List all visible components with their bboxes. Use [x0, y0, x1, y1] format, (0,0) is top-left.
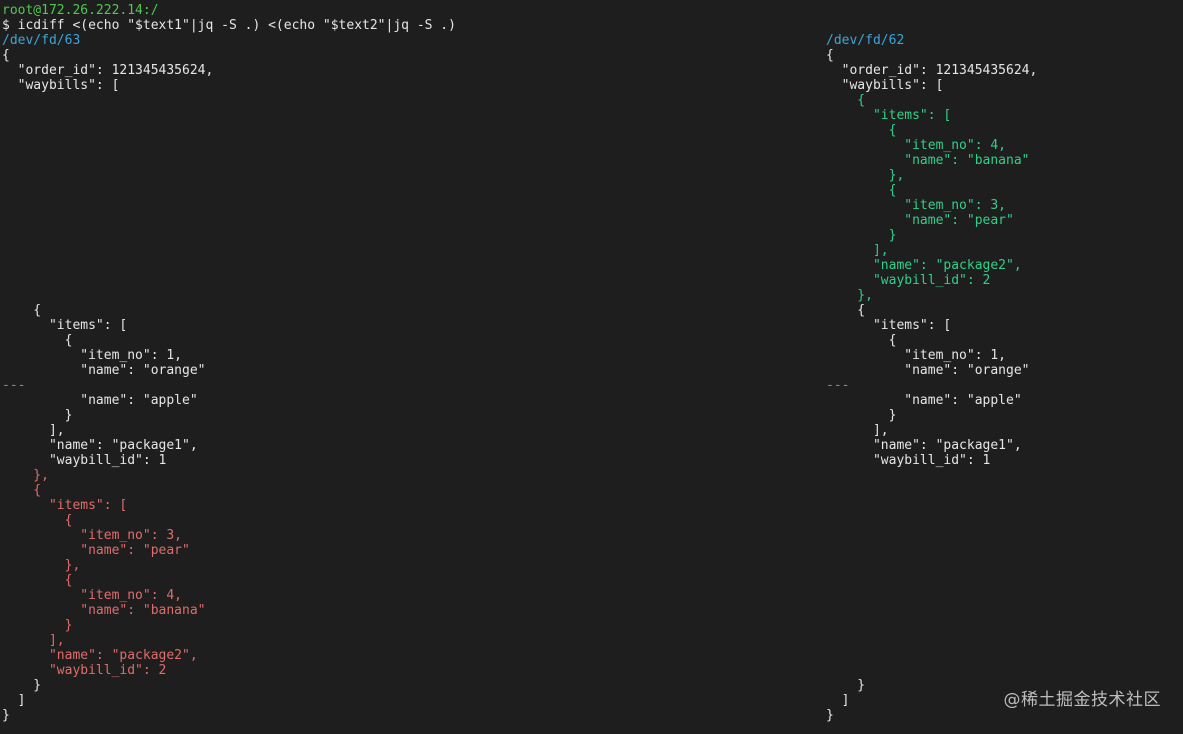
left-line: ]	[2, 693, 26, 708]
watermark: @稀土掘金技术社区	[1003, 690, 1161, 710]
left-removed-line: "name": "package2",	[2, 648, 198, 663]
right-added-line: {	[826, 93, 866, 108]
left-removed-line: "items": [	[2, 498, 128, 513]
left-line: }	[2, 678, 42, 693]
right-line: {	[826, 333, 897, 348]
left-line: "items": [	[2, 318, 128, 333]
left-line: ],	[2, 423, 65, 438]
left-separator: ---	[2, 378, 26, 393]
right-line: ]	[826, 693, 850, 708]
right-added-line: "waybill_id": 2	[826, 273, 991, 288]
right-line: }	[826, 708, 834, 723]
right-added-line: {	[826, 183, 897, 198]
right-added-line: "name": "pear"	[826, 213, 1014, 228]
right-line: "waybill_id": 1	[826, 453, 991, 468]
right-added-line: ],	[826, 243, 889, 258]
left-removed-line: {	[2, 483, 42, 498]
left-line: "order_id": 121345435624,	[2, 63, 214, 78]
right-added-line: },	[826, 288, 873, 303]
terminal-window: root@172.26.222.14:/ $ icdiff <(echo "$t…	[0, 0, 1183, 734]
right-added-line: "name": "package2",	[826, 258, 1022, 273]
right-line: }	[826, 678, 866, 693]
left-removed-line: {	[2, 573, 73, 588]
right-line: }	[826, 408, 897, 423]
right-added-line: },	[826, 168, 905, 183]
left-line: "name": "package1",	[2, 438, 198, 453]
prompt-line: root@172.26.222.14:/	[2, 3, 159, 18]
right-line: "name": "apple"	[826, 393, 1022, 408]
right-added-line: }	[826, 228, 897, 243]
left-line: }	[2, 708, 10, 723]
right-added-line: "item_no": 3,	[826, 198, 1007, 213]
right-added-line: "name": "banana"	[826, 153, 1030, 168]
right-line: "waybills": [	[826, 78, 944, 93]
left-line: "waybills": [	[2, 78, 120, 93]
left-removed-line: },	[2, 558, 81, 573]
left-line: {	[2, 303, 42, 318]
right-added-line: {	[826, 123, 897, 138]
right-file-header: /dev/fd/62	[826, 33, 905, 48]
command-line: $ icdiff <(echo "$text1"|jq -S .) <(echo…	[2, 18, 456, 33]
left-removed-line: "item_no": 4,	[2, 588, 183, 603]
left-line: {	[2, 48, 10, 63]
right-added-line: "items": [	[826, 108, 952, 123]
left-line: {	[2, 333, 73, 348]
left-removed-line: {	[2, 513, 73, 528]
right-line: "item_no": 1,	[826, 348, 1007, 363]
right-line: "order_id": 121345435624,	[826, 63, 1038, 78]
left-removed-line: "waybill_id": 2	[2, 663, 167, 678]
left-removed-line: },	[2, 468, 49, 483]
left-line: }	[2, 408, 73, 423]
left-line: "item_no": 1,	[2, 348, 183, 363]
right-line: ],	[826, 423, 889, 438]
right-separator: ---	[826, 378, 850, 393]
right-line: {	[826, 48, 834, 63]
left-removed-line: "name": "banana"	[2, 603, 206, 618]
left-line: "name": "apple"	[2, 393, 198, 408]
left-line: "name": "orange"	[2, 363, 206, 378]
left-removed-line: }	[2, 618, 73, 633]
left-removed-line: ],	[2, 633, 65, 648]
left-file-header: /dev/fd/63	[2, 33, 81, 48]
right-line: {	[826, 303, 866, 318]
left-removed-line: "item_no": 3,	[2, 528, 183, 543]
right-line: "name": "orange"	[826, 363, 1030, 378]
left-removed-line: "name": "pear"	[2, 543, 190, 558]
left-line: "waybill_id": 1	[2, 453, 167, 468]
right-added-line: "item_no": 4,	[826, 138, 1007, 153]
right-line: "name": "package1",	[826, 438, 1022, 453]
right-line: "items": [	[826, 318, 952, 333]
